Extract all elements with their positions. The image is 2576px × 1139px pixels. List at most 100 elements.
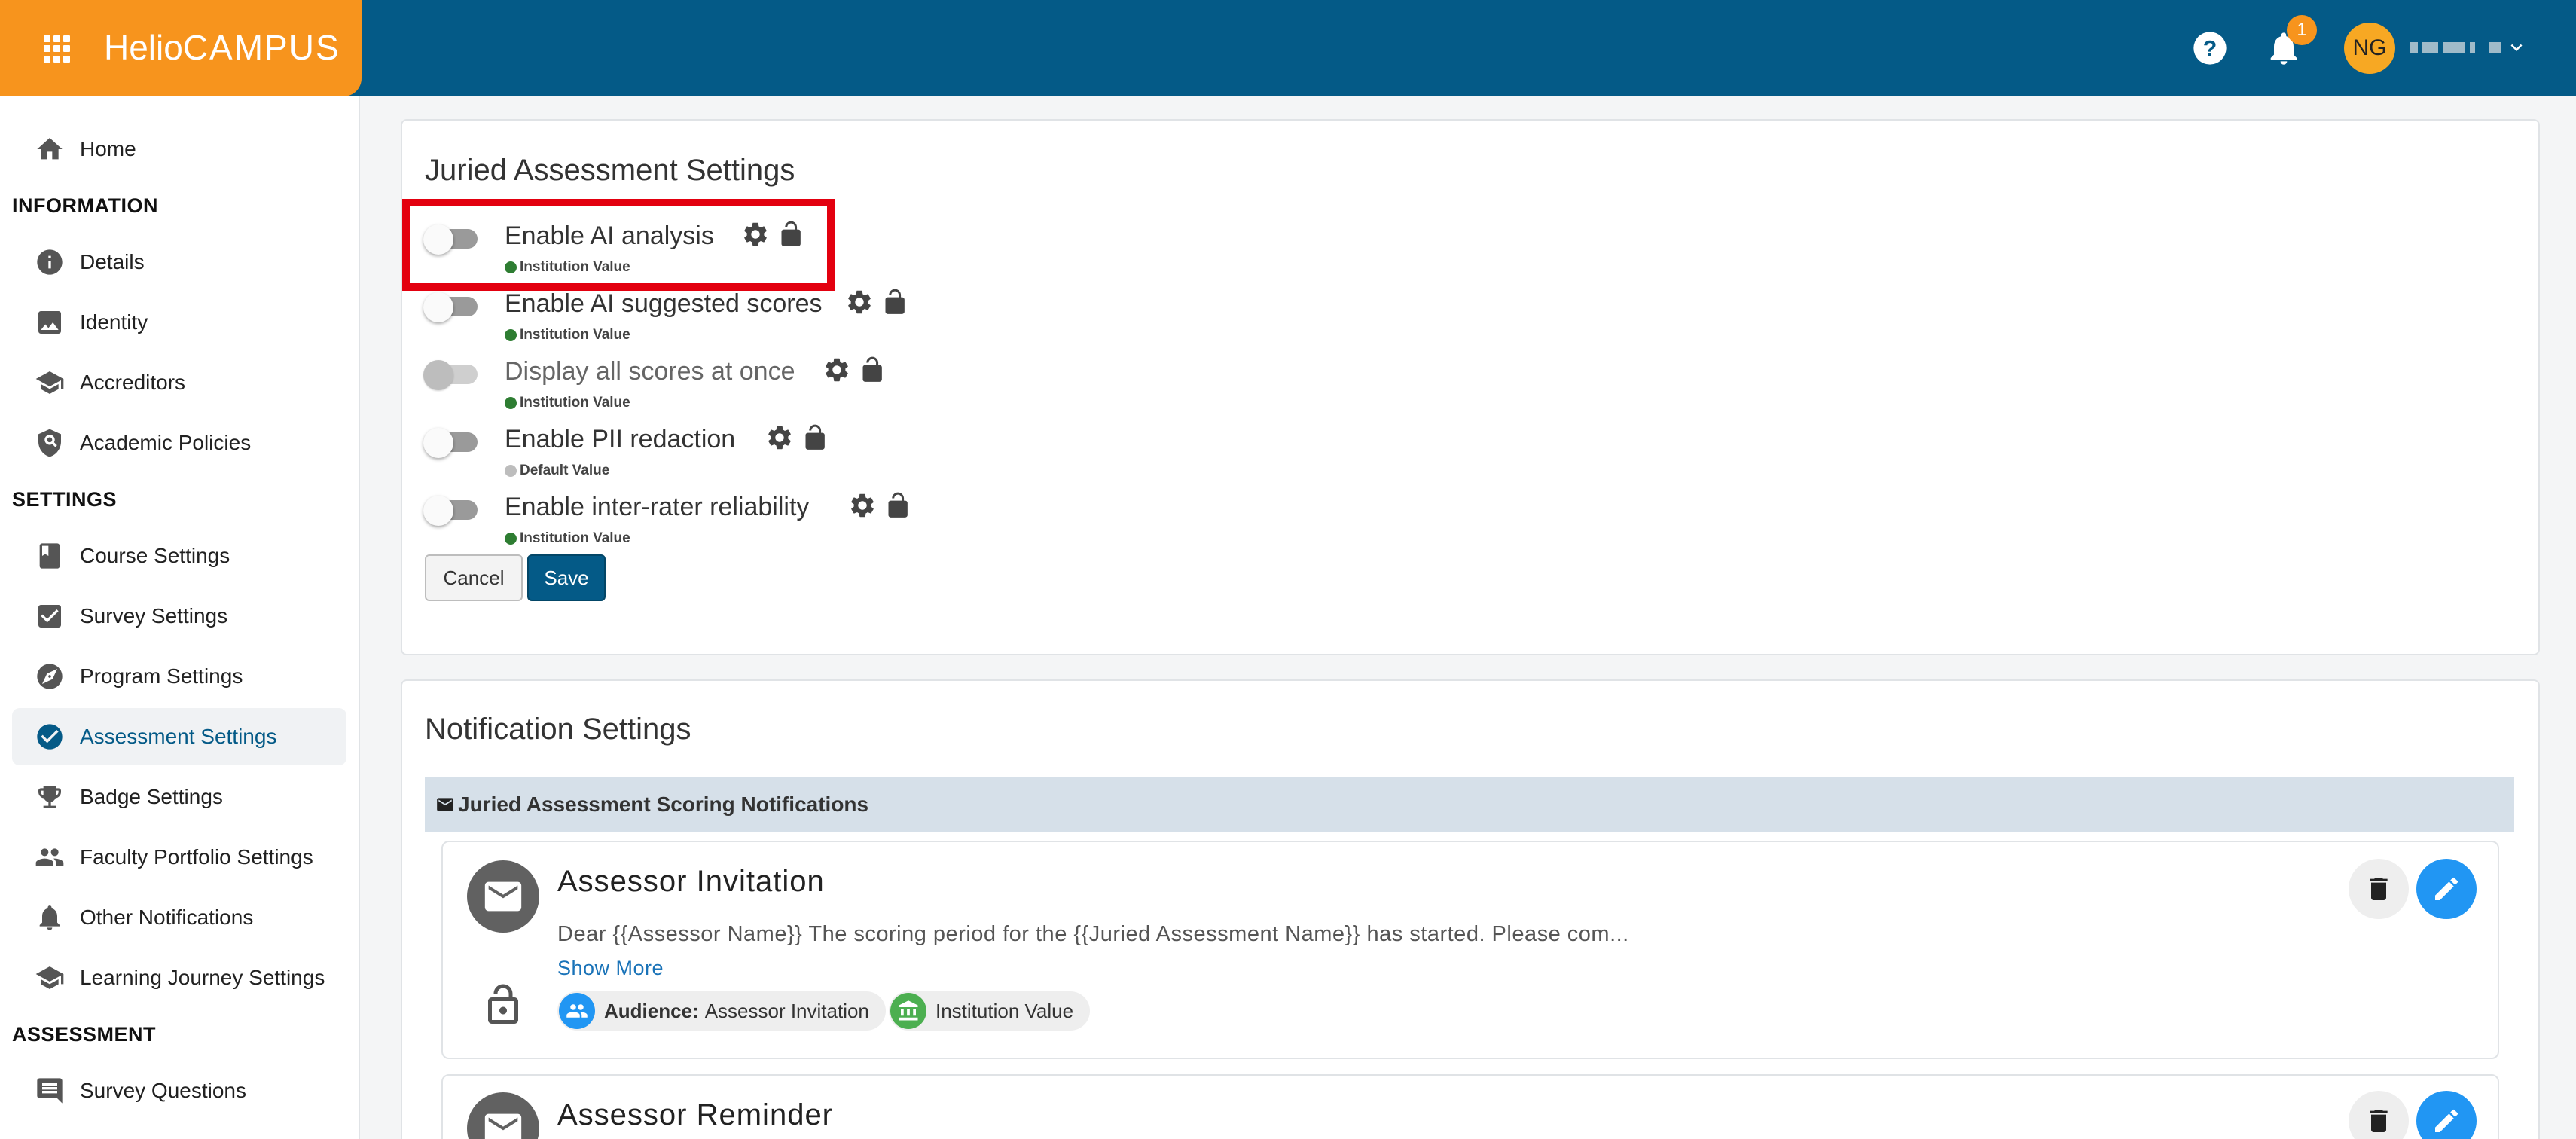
sidebar-item-faculty-portfolio-settings[interactable]: Faculty Portfolio Settings: [12, 829, 346, 886]
sidebar-nav: Home INFORMATION Details Identity Accred…: [0, 96, 360, 1139]
mail-icon: [467, 1092, 539, 1139]
check-circle-icon: [12, 722, 80, 752]
institution-value-chip: Institution Value: [889, 991, 1091, 1031]
image-icon: [12, 307, 80, 337]
save-button[interactable]: Save: [527, 554, 606, 601]
setting-actions: [823, 356, 884, 384]
sidebar-item-badge-settings[interactable]: Badge Settings: [12, 768, 346, 826]
institution-icon: [890, 993, 926, 1029]
home-icon: [12, 134, 80, 164]
gear-icon[interactable]: [845, 288, 874, 316]
notification-title: Assessor Reminder: [557, 1098, 834, 1131]
sidebar-item-other-notifications[interactable]: Other Notifications: [12, 889, 346, 946]
setting-source: Institution Value: [505, 327, 630, 344]
sidebar-section-assessment: ASSESSMENT: [12, 1023, 157, 1046]
sidebar-item-details[interactable]: Details: [12, 234, 346, 291]
ai-suggested-scores-toggle[interactable]: [423, 292, 482, 322]
apps-grid-icon[interactable]: [44, 35, 71, 63]
notification-title: Assessor Invitation: [557, 865, 825, 898]
sidebar-item-course-settings[interactable]: Course Settings: [12, 527, 346, 585]
sidebar-item-label: Program Settings: [80, 664, 243, 688]
sidebar-item-home[interactable]: Home: [12, 121, 346, 178]
sidebar-item-label: Identity: [80, 310, 148, 334]
notification-body-preview: Dear {{Assessor Name}} The scoring perio…: [557, 922, 1629, 946]
notification-settings-title: Notification Settings: [425, 713, 691, 746]
sidebar-item-identity[interactable]: Identity: [12, 294, 346, 351]
sidebar-item-accreditors[interactable]: Accreditors: [12, 354, 346, 411]
delete-button[interactable]: [2349, 1091, 2409, 1139]
pencil-icon: [2435, 1109, 2458, 1132]
edit-button[interactable]: [2416, 1091, 2477, 1139]
gear-icon[interactable]: [848, 491, 877, 520]
pii-redaction-toggle[interactable]: [423, 428, 482, 458]
sidebar-section-information: INFORMATION: [12, 194, 158, 217]
envelope-icon: [437, 798, 453, 811]
helio-campus-logo[interactable]: HelioCAMPUS: [104, 27, 340, 68]
mail-icon: [467, 860, 539, 933]
setting-label: Enable inter-rater reliability: [505, 493, 810, 521]
sidebar-item-label: Home: [80, 137, 136, 160]
sidebar-item-academic-policies[interactable]: Academic Policies: [12, 414, 346, 472]
setting-actions: [848, 491, 910, 520]
setting-source: Institution Value: [505, 530, 630, 547]
comment-icon: [12, 1076, 80, 1106]
sidebar-item-assessment-settings[interactable]: Assessment Settings: [12, 708, 346, 765]
show-more-link[interactable]: Show More: [557, 957, 664, 980]
display-all-scores-toggle[interactable]: [423, 360, 482, 390]
school-icon: [12, 368, 80, 398]
brand-area: HelioCAMPUS: [0, 0, 362, 96]
inter-rater-reliability-toggle[interactable]: [423, 496, 482, 526]
sidebar-item-label: Details: [80, 250, 145, 273]
svg-text:?: ?: [2203, 37, 2217, 62]
setting-label: Enable AI suggested scores: [505, 289, 823, 318]
source-status-dot: [505, 533, 517, 545]
lock-open-icon[interactable]: [881, 491, 910, 520]
lock-open-icon[interactable]: [481, 982, 526, 1028]
cancel-button[interactable]: Cancel: [425, 554, 523, 601]
lock-open-icon[interactable]: [856, 356, 884, 384]
people-icon: [559, 993, 595, 1029]
sidebar-item-program-settings[interactable]: Program Settings: [12, 648, 346, 705]
lock-open-icon[interactable]: [798, 423, 827, 452]
sidebar-item-label: Assessment Settings: [80, 725, 277, 748]
sidebar-item-survey-settings[interactable]: Survey Settings: [12, 588, 346, 645]
user-avatar[interactable]: NG: [2344, 23, 2395, 74]
user-name-redacted: [2410, 41, 2501, 54]
trash-icon: [2370, 1110, 2388, 1132]
gear-icon[interactable]: [765, 423, 794, 452]
top-app-bar: HelioCAMPUS ? 1 NG: [0, 0, 2576, 96]
source-status-dot: [505, 397, 517, 409]
help-icon[interactable]: ?: [2190, 29, 2230, 68]
sidebar-section-settings: SETTINGS: [12, 488, 118, 511]
sidebar-item-label: Course Settings: [80, 544, 230, 567]
scoring-notifications-section-header[interactable]: Juried Assessment Scoring Notifications: [425, 777, 2514, 832]
audience-chip: Audience: Assessor Invitation: [557, 991, 886, 1031]
setting-actions: [845, 288, 907, 316]
audience-value: Assessor Invitation: [704, 999, 869, 1022]
edit-button[interactable]: [2416, 859, 2477, 919]
gear-icon[interactable]: [823, 356, 851, 384]
sidebar-item-survey-questions[interactable]: Survey Questions: [12, 1062, 346, 1119]
lock-open-icon[interactable]: [878, 288, 907, 316]
notification-count-badge: 1: [2287, 15, 2317, 45]
notification-item-assessor-reminder: Assessor Reminder: [441, 1074, 2499, 1139]
source-status-dot: [505, 465, 517, 477]
info-icon: [12, 247, 80, 277]
delete-button[interactable]: [2349, 859, 2409, 919]
sidebar-item-label: Accreditors: [80, 371, 186, 394]
policy-shield-icon: [12, 428, 80, 458]
highlight-annotation-box: [402, 199, 835, 291]
pencil-icon: [2435, 877, 2458, 900]
sidebar-item-label: Survey Questions: [80, 1079, 246, 1102]
setting-source: Default Value: [505, 463, 609, 479]
sidebar-item-label: Faculty Portfolio Settings: [80, 845, 313, 869]
sidebar-item-label: Learning Journey Settings: [80, 966, 325, 989]
trophy-icon: [12, 782, 80, 812]
source-status-dot: [505, 329, 517, 341]
section-header-label: Juried Assessment Scoring Notifications: [458, 792, 869, 816]
sidebar-item-learning-journey-settings[interactable]: Learning Journey Settings: [12, 949, 346, 1006]
sidebar-item-label: Badge Settings: [80, 785, 223, 808]
user-menu-chevron-down-icon[interactable]: [2505, 36, 2528, 59]
trash-icon: [2370, 878, 2388, 900]
bell-icon: [12, 902, 80, 933]
